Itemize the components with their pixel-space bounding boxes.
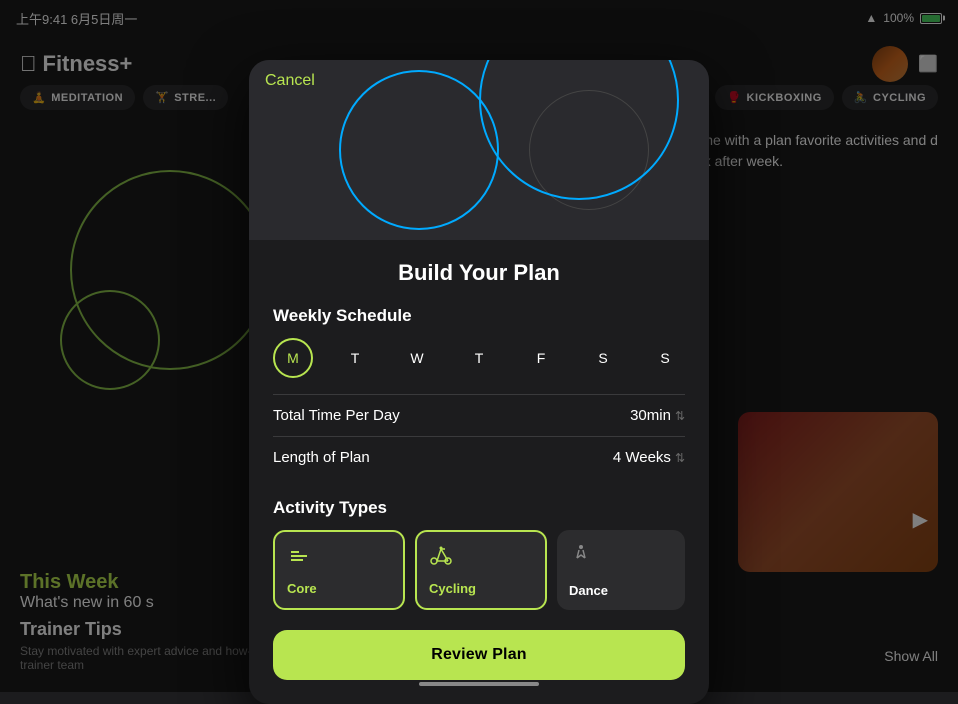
dance-label: Dance [569,583,673,598]
activity-card-core[interactable]: Core [273,530,405,610]
activity-card-cycling[interactable]: Cycling [415,530,547,610]
day-sunday[interactable]: S [645,338,685,378]
total-time-value[interactable]: 30min ⇅ [630,407,685,424]
activity-types-label: Activity Types [273,498,685,518]
day-tuesday[interactable]: T [335,338,375,378]
hero-arc [479,60,679,200]
activity-grid: Core Cycling [273,530,685,610]
day-friday[interactable]: F [521,338,561,378]
weekly-schedule-label: Weekly Schedule [273,306,685,326]
day-saturday[interactable]: S [583,338,623,378]
total-time-row: Total Time Per Day 30min ⇅ [273,394,685,436]
home-indicator [419,682,539,686]
day-selector: M T W T F S S [273,338,685,378]
modal-title: Build Your Plan [273,260,685,286]
day-monday[interactable]: M [273,338,313,378]
total-time-val: 30min [630,407,671,424]
hero-circle-blue [339,70,499,230]
activity-types-section: Activity Types Core [273,498,685,610]
total-time-label: Total Time Per Day [273,407,400,424]
core-label: Core [287,581,391,596]
day-wednesday[interactable]: W [397,338,437,378]
activity-card-dance[interactable]: Dance [557,530,685,610]
length-label: Length of Plan [273,449,370,466]
length-value[interactable]: 4 Weeks ⇅ [613,449,685,466]
dance-icon [569,542,673,572]
length-row: Length of Plan 4 Weeks ⇅ [273,436,685,478]
day-thursday[interactable]: T [459,338,499,378]
length-chevron: ⇅ [675,451,685,465]
length-val: 4 Weeks [613,449,671,466]
modal-hero: Cancel [249,60,709,240]
review-plan-button[interactable]: Review Plan [273,630,685,680]
cycling-activity-label: Cycling [429,581,533,596]
hero-circles [249,60,709,240]
modal-content: Build Your Plan Weekly Schedule M T W T … [249,240,709,704]
total-time-chevron: ⇅ [675,409,685,423]
core-icon [287,544,391,574]
cycling-activity-icon [429,544,533,574]
build-plan-modal: Cancel Build Your Plan Weekly Schedule M… [249,60,709,704]
cancel-button[interactable]: Cancel [265,72,315,90]
